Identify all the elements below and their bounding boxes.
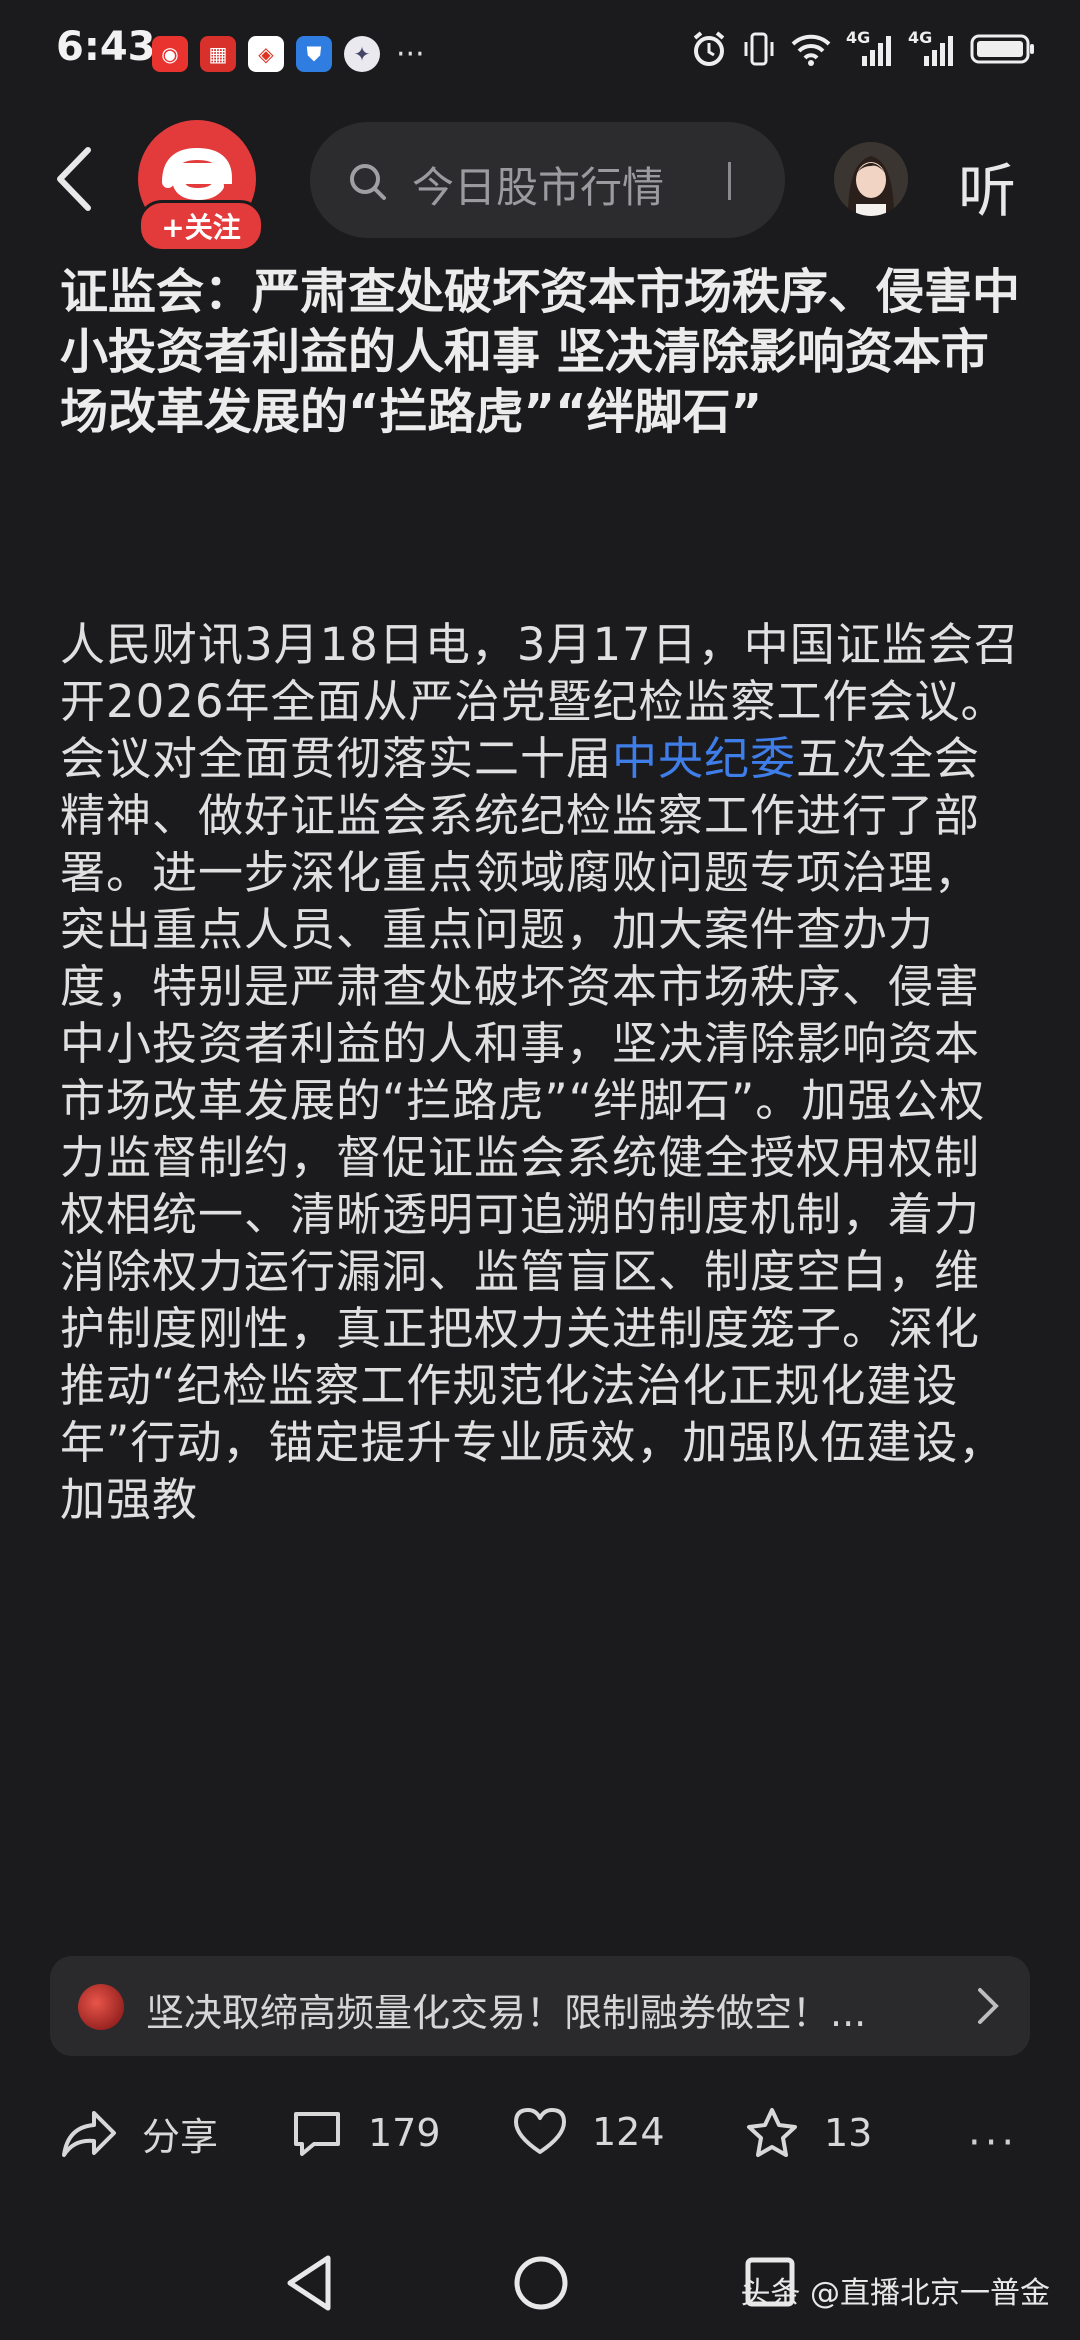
promo-text: 坚决取缔高频量化交易！限制融券做空！...: [146, 1991, 867, 2035]
comments-count: 179: [368, 2111, 441, 2155]
promo-avatar-icon: [78, 1984, 124, 2030]
system-icons: 4G 4G: [690, 28, 1036, 68]
share-icon: [62, 2110, 116, 2157]
article-body-text: 五次全会精神、做好证监会系统纪检监察工作进行了部署。进一步深化重点领域腐败问题专…: [60, 732, 1005, 1526]
status-bar: 6:43 ◉ ▦ ◈ ⛊ ✦ ··· 4G 4G: [0, 0, 1080, 100]
shield-app-icon: ⛊: [296, 36, 332, 72]
alarm-icon: [693, 31, 725, 66]
like-button[interactable]: 124: [512, 2106, 665, 2158]
more-options-button[interactable]: ···: [968, 2120, 1018, 2166]
share-button[interactable]: 分享: [60, 2106, 218, 2161]
notification-icons: ◉ ▦ ◈ ⛊ ✦ ···: [152, 36, 425, 72]
publisher-avatar[interactable]: +关注: [138, 120, 264, 252]
article-link-central-commission[interactable]: 中央纪委: [612, 732, 796, 785]
chevron-right-icon: [978, 1988, 999, 2024]
search-placeholder: 今日股市行情: [412, 163, 665, 212]
follow-button[interactable]: +关注: [138, 200, 264, 252]
news-app-icon: ◉: [152, 36, 188, 72]
article-title: 证监会：严肃查处破坏资本市场秩序、侵害中小投资者利益的人和事 坚决清除影响资本市…: [60, 264, 1021, 440]
listen-button[interactable]: 听: [958, 144, 1016, 228]
status-time: 6:43: [56, 24, 156, 70]
nav-back-button[interactable]: [282, 2252, 338, 2314]
signal-4g-icon: 4G: [908, 28, 956, 68]
favorites-count: 13: [824, 2111, 873, 2155]
action-bar: 分享 179 124 13 ···: [0, 2090, 1080, 2180]
share-label: 分享: [142, 2115, 219, 2159]
article-body: 人民财讯3月18日电，3月17日，中国证监会召开2026年全面从严治党暨纪检监察…: [60, 616, 1020, 1941]
source-watermark: 头条 @直播北京一普金: [740, 2276, 1050, 2311]
custom-app-icon: ✦: [344, 36, 380, 72]
vibrate-icon: [744, 32, 774, 66]
heart-icon: [514, 2108, 566, 2154]
text-cursor: [728, 162, 731, 200]
comment-icon: [294, 2112, 340, 2156]
back-arrow-icon: [57, 147, 91, 211]
search-icon: [350, 164, 386, 200]
favorite-button[interactable]: 13: [744, 2106, 872, 2160]
star-icon: [747, 2108, 797, 2157]
top-bar: +关注 今日股市行情 听: [0, 110, 1080, 252]
likes-count: 124: [592, 2110, 665, 2154]
avatar-illustration-icon: [834, 142, 908, 216]
more-notifications-icon: ···: [396, 36, 425, 72]
nav-home-button[interactable]: [512, 2254, 570, 2312]
related-promo-bar[interactable]: 坚决取缔高频量化交易！限制融券做空！...: [50, 1956, 1030, 2056]
search-input[interactable]: 今日股市行情: [310, 122, 785, 238]
lottery-app-icon: ▦: [200, 36, 236, 72]
battery-icon: [970, 34, 1034, 64]
back-button[interactable]: [48, 144, 108, 214]
wifi-icon: [791, 34, 831, 66]
bank-app-icon: ◈: [248, 36, 284, 72]
system-nav-bar: 头条 @直播北京一普金: [0, 2230, 1080, 2340]
comment-button[interactable]: 179: [290, 2106, 441, 2160]
user-avatar[interactable]: [834, 142, 908, 216]
signal-4g-icon: 4G: [846, 28, 894, 68]
